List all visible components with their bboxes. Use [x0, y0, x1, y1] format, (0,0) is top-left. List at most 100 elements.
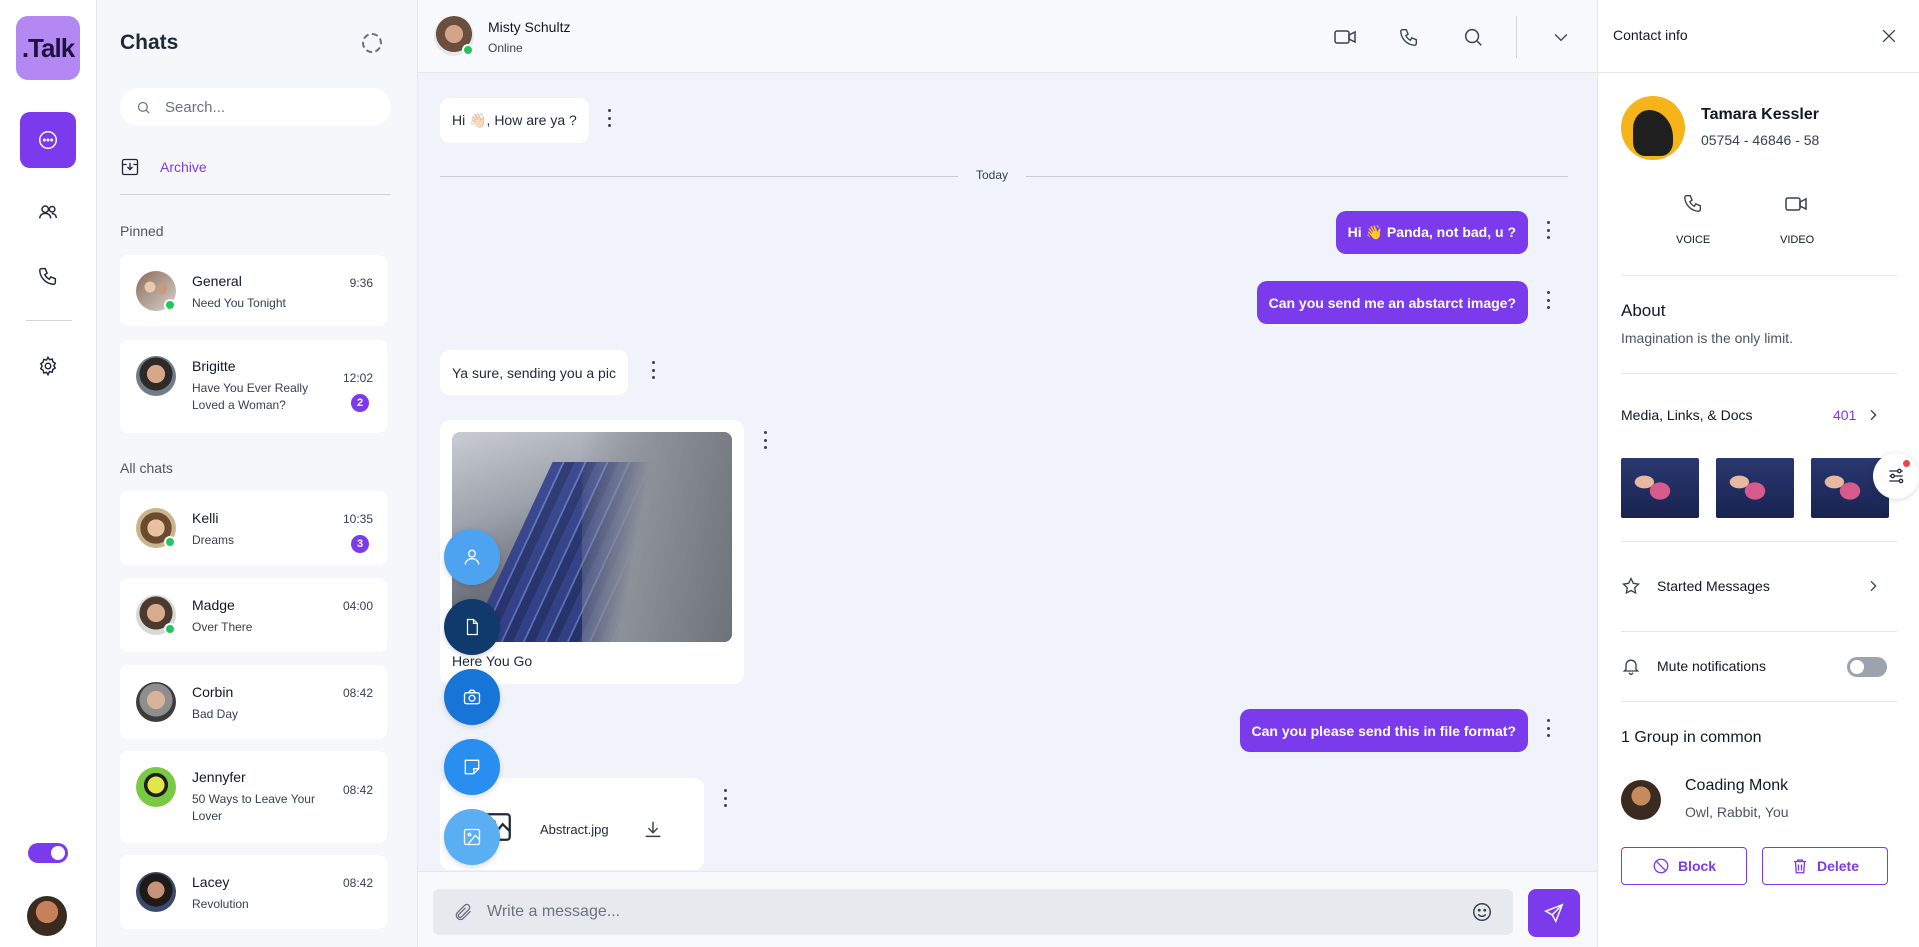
loading-circle-icon[interactable]: [362, 33, 382, 53]
download-icon[interactable]: [642, 819, 664, 841]
chat-item-kelli[interactable]: Kelli Dreams 10:35 3: [120, 491, 387, 565]
video-call-button[interactable]: [1332, 24, 1358, 50]
chevron-right-icon[interactable]: [1865, 407, 1881, 423]
rail-contacts-button[interactable]: [20, 184, 76, 240]
message-menu-icon[interactable]: [1545, 291, 1551, 309]
avatar: [136, 356, 176, 396]
search-box[interactable]: [120, 88, 391, 126]
emoji-icon[interactable]: [1471, 901, 1493, 923]
contact-info-header: Contact info: [1598, 0, 1919, 73]
search-icon: [137, 101, 150, 114]
section-divider: [1621, 275, 1897, 276]
user-avatar[interactable]: [27, 896, 67, 936]
message-outgoing: Can you send me an abstarct image?: [1256, 281, 1528, 324]
voice-call-action[interactable]: VOICE: [1670, 190, 1714, 254]
app-logo[interactable]: .Talk: [16, 16, 80, 80]
chat-item-madge[interactable]: Madge Over There 04:00: [120, 578, 387, 652]
chat-time: 04:00: [342, 599, 373, 613]
about-title: About: [1621, 301, 1666, 320]
message-menu-icon[interactable]: [762, 431, 768, 449]
chat-preview: Bad Day: [192, 707, 239, 721]
voice-call-button[interactable]: [1396, 24, 1422, 50]
contact-info-title: Contact info: [1613, 27, 1688, 43]
attach-camera-button[interactable]: [444, 669, 500, 725]
attach-sticker-button[interactable]: [444, 739, 500, 795]
avatar: [136, 682, 176, 722]
chat-name: Brigitte: [192, 358, 236, 374]
rail-calls-button[interactable]: [20, 248, 76, 304]
building-photo-part: [582, 432, 732, 642]
media-thumbnail[interactable]: [1621, 458, 1699, 518]
archive-link[interactable]: Archive: [120, 157, 207, 177]
phone-icon: [1684, 194, 1702, 212]
send-icon: [1544, 903, 1564, 923]
customizer-button[interactable]: [1873, 453, 1919, 499]
message-input[interactable]: [487, 903, 1447, 921]
search-chat-button[interactable]: [1460, 24, 1486, 50]
delete-button[interactable]: Delete: [1762, 847, 1888, 885]
chat-name: General: [192, 273, 242, 289]
paperclip-icon[interactable]: [453, 902, 473, 922]
chevron-right-icon[interactable]: [1865, 578, 1881, 594]
message-menu-icon[interactable]: [606, 109, 612, 127]
chat-item-general[interactable]: General Need You Tonight 9:36: [120, 255, 387, 326]
send-button[interactable]: [1528, 889, 1580, 937]
document-icon: [466, 618, 478, 636]
chat-item-lacey[interactable]: Lacey Revolution 08:42: [120, 855, 387, 929]
starred-messages-label[interactable]: Started Messages: [1657, 578, 1770, 594]
rail-divider: [26, 320, 72, 321]
mute-notifications-toggle[interactable]: [1847, 657, 1887, 677]
chat-item-jennyfer[interactable]: Jennyfer 50 Ways to Leave Your Lover 08:…: [120, 751, 387, 843]
chat-name: Lacey: [192, 874, 230, 890]
user-icon: [464, 549, 480, 565]
attach-image-button[interactable]: [444, 809, 500, 865]
nav-rail: .Talk: [0, 0, 97, 947]
message-menu-icon[interactable]: [1545, 719, 1551, 737]
chat-item-corbin[interactable]: Corbin Bad Day 08:42: [120, 665, 387, 739]
message-outgoing: Hi 👋 Panda, not bad, u ?: [1335, 211, 1528, 254]
message-menu-icon[interactable]: [1545, 221, 1551, 239]
chat-name: Madge: [192, 597, 235, 613]
chat-item-brigitte[interactable]: Brigitte Have You Ever Really Loved a Wo…: [120, 340, 387, 433]
video-call-action[interactable]: VIDEO: [1774, 190, 1818, 254]
theme-toggle[interactable]: [28, 843, 68, 863]
rail-chats-button[interactable]: [20, 112, 76, 168]
archive-label: Archive: [160, 159, 207, 175]
search-input[interactable]: [165, 98, 365, 116]
media-links-docs-label: Media, Links, & Docs: [1621, 407, 1753, 423]
attach-contact-button[interactable]: [444, 529, 500, 585]
chat-list-panel: Chats Archive Pinned General Need You To…: [97, 0, 418, 947]
message-menu-icon[interactable]: [650, 361, 656, 379]
message-menu-icon[interactable]: [722, 789, 728, 807]
sticker-icon: [464, 759, 480, 775]
rail-settings-button[interactable]: [20, 338, 76, 394]
video-label: VIDEO: [1780, 234, 1815, 246]
image-icon: [463, 828, 481, 846]
avatar: [136, 872, 176, 912]
contact-status: Online: [488, 41, 523, 55]
chat-preview: Need You Tonight: [192, 296, 286, 310]
sliders-icon: [1889, 468, 1904, 484]
chat-name: Jennyfer: [192, 769, 246, 785]
avatar: [136, 767, 176, 807]
contact-name: Misty Schultz: [488, 19, 571, 35]
attach-document-button[interactable]: [444, 599, 500, 655]
close-icon[interactable]: [1879, 26, 1899, 46]
block-button[interactable]: Block: [1621, 847, 1747, 885]
section-divider: [1621, 373, 1897, 374]
group-name[interactable]: Coading Monk: [1685, 777, 1788, 795]
online-indicator: [462, 44, 474, 56]
chat-preview: Have You Ever Really Loved a Woman?: [192, 381, 309, 412]
voice-label: VOICE: [1676, 234, 1711, 246]
media-thumbnail[interactable]: [1716, 458, 1794, 518]
chat-time: 9:36: [349, 276, 373, 290]
section-divider: [1621, 541, 1897, 542]
conversation-header: Misty Schultz Online: [418, 0, 1597, 73]
contact-info-avatar: [1621, 96, 1685, 160]
search-icon: [1464, 28, 1482, 46]
chat-preview: Revolution: [192, 897, 249, 911]
group-members: Owl, Rabbit, You: [1685, 804, 1789, 820]
list-divider: [120, 194, 391, 195]
more-options-button[interactable]: [1548, 24, 1574, 50]
compose-box[interactable]: [433, 889, 1513, 935]
